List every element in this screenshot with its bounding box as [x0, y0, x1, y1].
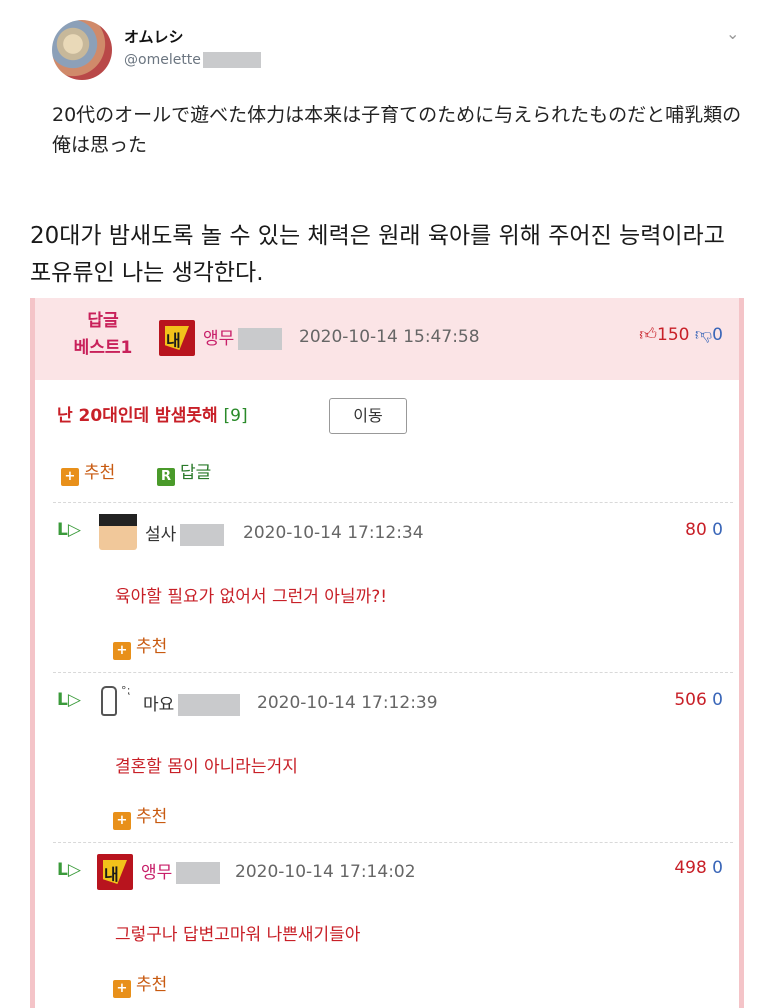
reply-button[interactable]: R 답글 [157, 458, 211, 486]
reply-nickname[interactable]: 설사 [145, 520, 225, 546]
best-badge-line1: 답글 [87, 311, 119, 331]
divider [53, 502, 733, 503]
divider [53, 842, 733, 843]
chevron-down-icon[interactable]: ⌄ [726, 24, 739, 43]
tweet-author-name[interactable]: オムレシ [124, 26, 184, 47]
redaction-blur [202, 52, 261, 68]
reply-arrow-icon: L▷ [57, 860, 81, 880]
recommend-button[interactable]: + 추천 [61, 458, 115, 486]
user-avatar-icon [99, 514, 137, 550]
translation-text: 20대가 밤새도록 놀 수 있는 체력은 원래 육아를 위해 주어진 능력이라고… [30, 223, 725, 286]
best-votes: 👍︎150 👎︎0 [639, 324, 723, 345]
down-count: 0 [712, 520, 723, 540]
reply-votes: 506 0 [674, 690, 723, 710]
recommend-button[interactable]: + 추천 [113, 802, 167, 830]
plus-icon: + [113, 642, 131, 660]
best-date: 2020-10-14 15:47:58 [299, 327, 480, 347]
redaction-blur [178, 694, 241, 716]
reply-text: 그렇구나 답변고마워 나쁜새기들아 [115, 925, 361, 945]
thumbs-up-icon[interactable]: 👍︎ [639, 325, 657, 345]
redaction-blur [176, 862, 221, 884]
recommend-button[interactable]: + 추천 [113, 632, 167, 660]
reply-date: 2020-10-14 17:14:02 [235, 862, 416, 882]
bottle-icon [101, 686, 117, 716]
reply-votes: 80 0 [685, 520, 723, 540]
best-comment-text: 난 20대인데 밤샘못해 [9] [57, 406, 248, 426]
plus-icon: + [113, 812, 131, 830]
reply-nickname[interactable]: 앵무 [141, 858, 221, 884]
plus-icon: + [113, 980, 131, 998]
reply-date: 2020-10-14 17:12:34 [243, 523, 424, 543]
nick-icon: 내 [97, 854, 133, 890]
up-count: 498 [674, 858, 707, 878]
best-comment-header: 답글 베스트1 내 앵무 2020-10-14 15:47:58 👍︎150 👎… [35, 298, 739, 380]
tweet-author-handle[interactable]: @omelette [124, 52, 261, 68]
redaction-blur [238, 328, 283, 350]
reply-text: 결혼할 몸이 아니라는거지 [115, 757, 298, 777]
nick-icon: 내 [159, 320, 195, 356]
redaction-blur [180, 524, 225, 546]
thumbs-down-icon[interactable]: 👎︎ [695, 325, 712, 345]
reply-nickname[interactable]: 마요 [143, 690, 241, 716]
reply-date: 2020-10-14 17:12:39 [257, 693, 438, 713]
reply-arrow-icon: L▷ [57, 520, 81, 540]
comment-board: 답글 베스트1 내 앵무 2020-10-14 15:47:58 👍︎150 👎… [30, 298, 744, 1008]
reply-arrow-icon: L▷ [57, 690, 81, 710]
tweet-text: 20代のオールで遊べた体力は本来は子育てのために与えられたものだと哺乳類の俺は思… [52, 104, 742, 156]
up-count: 150 [657, 325, 690, 345]
reply-votes: 498 0 [674, 858, 723, 878]
best-badge: 답글 베스트1 [59, 308, 147, 362]
move-button[interactable]: 이동 [329, 398, 407, 434]
avatar[interactable] [52, 20, 112, 80]
down-count: 0 [712, 325, 723, 345]
up-count: 80 [685, 520, 707, 540]
up-count: 506 [674, 690, 707, 710]
best-nickname[interactable]: 앵무 [203, 324, 283, 350]
best-badge-line2: 베스트1 [73, 338, 133, 358]
reply-text: 육아할 필요가 없어서 그런거 아닐까?! [115, 587, 388, 607]
sparkle-icon: °⁏ [121, 684, 131, 697]
recommend-button[interactable]: + 추천 [113, 970, 167, 998]
down-count: 0 [712, 690, 723, 710]
reply-icon: R [157, 468, 175, 486]
reply-count: [9] [223, 406, 248, 426]
plus-icon: + [61, 468, 79, 486]
divider [53, 672, 733, 673]
down-count: 0 [712, 858, 723, 878]
